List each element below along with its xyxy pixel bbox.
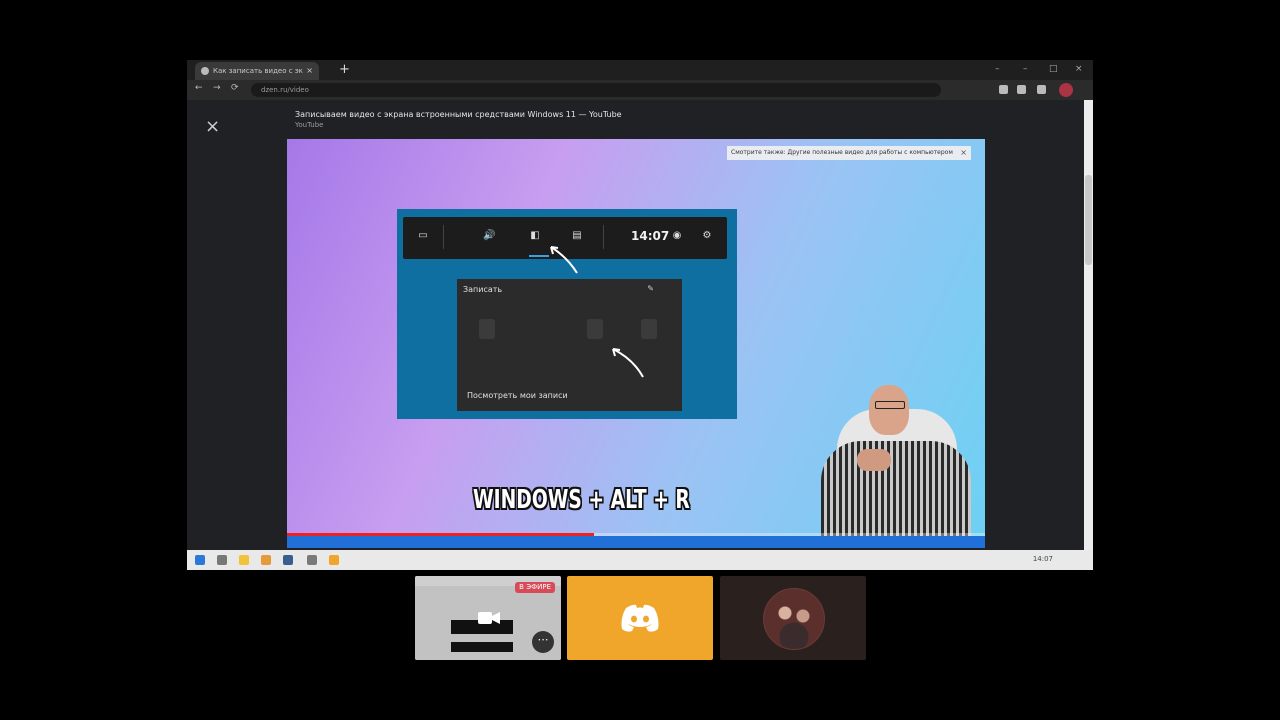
browser-toolbar: ← → ⟳ dzen.ru/video (187, 80, 1093, 100)
steam-icon[interactable] (283, 555, 293, 565)
pin-icon: ✎ (647, 284, 654, 293)
thumbnail-block (451, 642, 513, 652)
presenter-hands (857, 449, 891, 471)
avatar (763, 588, 825, 650)
screen-share-tile[interactable]: В ЭФИРЕ ⋯ (415, 576, 561, 660)
back-button[interactable]: ← (195, 83, 203, 93)
controller-icon: ◉ (672, 230, 682, 241)
xbox-game-bar-screenshot: ▭ 🔊 ◧ ▤ 14:07 ◉ ⚙ Записать ✎ Посмотреть … (397, 209, 737, 419)
video-title: Записываем видео с экрана встроенными ср… (295, 110, 622, 119)
divider (443, 225, 444, 249)
discord-user-tile[interactable] (567, 576, 713, 660)
taskbar-clock[interactable]: 14:07 (1033, 555, 1053, 563)
app-icon[interactable] (329, 555, 339, 565)
app-icon[interactable] (261, 555, 271, 565)
widget-menu-icon: ▭ (418, 230, 428, 241)
start-icon[interactable] (195, 555, 205, 565)
tab-search-icon[interactable]: – (995, 60, 1000, 78)
video-overlay-banner[interactable]: Смотрите также: Другие полезные видео дл… (727, 146, 971, 160)
camera-icon (478, 612, 500, 624)
microphone-icon (641, 319, 657, 339)
forward-button[interactable]: → (213, 83, 221, 93)
performance-icon: ▤ (572, 230, 582, 241)
reload-button[interactable]: ⟳ (231, 83, 239, 93)
browser-tab-bar: Как записать видео с экрана × + – – □ × (187, 60, 1093, 80)
user-tile[interactable] (720, 576, 866, 660)
explorer-icon[interactable] (239, 555, 249, 565)
capture-widget-title: Записать (463, 285, 503, 294)
browser-tab[interactable]: Как записать видео с экрана × (195, 62, 319, 80)
maximize-button[interactable]: □ (1049, 60, 1058, 78)
last-30-sec-icon (535, 319, 551, 339)
presenter-body (821, 441, 971, 548)
presenter-webcam (807, 379, 985, 548)
page-content: × Записываем видео с экрана встроенными … (187, 100, 1093, 550)
screenshot-icon (479, 319, 495, 339)
settings-icon: ⚙ (702, 230, 712, 241)
shared-screen: Как записать видео с экрана × + – – □ × … (187, 60, 1093, 570)
hotkey-caption: WINDOWS + ALT + R (473, 485, 690, 515)
search-icon[interactable] (217, 555, 227, 565)
audio-icon: 🔊 (483, 230, 496, 241)
divider (603, 225, 604, 249)
game-bar-clock: 14:07 (631, 229, 670, 243)
overlay-text: Смотрите также: Другие полезные видео дл… (731, 149, 953, 156)
capture-widget: Записать ✎ Посмотреть мои записи (457, 279, 682, 411)
profile-avatar[interactable] (1059, 83, 1073, 97)
close-icon[interactable]: × (205, 118, 220, 136)
arrow-annotation (550, 246, 578, 274)
tab-title: Как записать видео с экрана (213, 67, 303, 75)
more-options-button[interactable]: ⋯ (532, 631, 554, 653)
sidebar-icon[interactable] (1037, 85, 1046, 94)
minimize-button[interactable]: – (1023, 60, 1028, 78)
bookmark-icon[interactable] (1017, 85, 1026, 94)
arrow-annotation (612, 348, 644, 378)
tab-close-icon[interactable]: × (306, 62, 313, 80)
player-controls[interactable] (287, 536, 985, 548)
new-tab-button[interactable]: + (339, 61, 350, 79)
capture-icon: ◧ (530, 230, 540, 241)
presenter-glasses (875, 401, 905, 409)
video-channel: YouTube (295, 121, 324, 129)
active-indicator (529, 255, 549, 257)
discord-icon (621, 604, 659, 632)
view-recordings-link: Посмотреть мои записи (467, 391, 568, 400)
address-bar[interactable]: dzen.ru/video (251, 83, 941, 97)
overlay-close-icon[interactable]: × (960, 146, 967, 160)
live-badge: В ЭФИРЕ (515, 582, 555, 593)
page-scrollbar[interactable] (1084, 100, 1093, 550)
video-player[interactable]: Смотрите также: Другие полезные видео дл… (287, 139, 985, 548)
app-icon[interactable] (307, 555, 317, 565)
address-text: dzen.ru/video (261, 86, 309, 94)
tab-favicon-icon (201, 67, 209, 75)
presenter-head (869, 385, 909, 435)
extension-icon[interactable] (999, 85, 1008, 94)
record-icon (587, 319, 603, 339)
windows-taskbar: 14:07 (187, 550, 1093, 570)
close-window-button[interactable]: × (1075, 60, 1083, 78)
scrollbar-thumb[interactable] (1085, 175, 1092, 265)
